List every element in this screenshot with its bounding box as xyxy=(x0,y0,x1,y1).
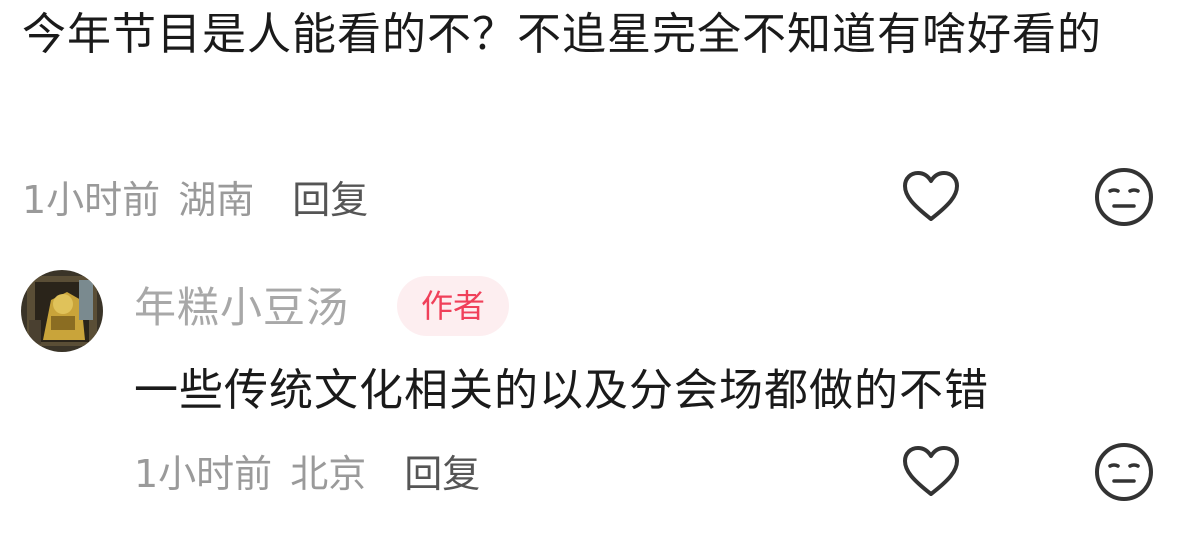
neutral-face-icon[interactable] xyxy=(1092,165,1156,229)
comment-location: 北京 xyxy=(290,451,367,496)
author-badge: 作者 xyxy=(397,276,509,336)
neutral-face-icon[interactable] xyxy=(1092,440,1156,504)
avatar[interactable] xyxy=(21,270,103,352)
heart-icon[interactable] xyxy=(899,165,963,229)
heart-icon[interactable] xyxy=(899,440,963,504)
reply-button[interactable]: 回复 xyxy=(404,443,480,498)
comment-time: 1小时前 xyxy=(134,451,273,496)
comment-meta: 1小时前 湖南 回复 xyxy=(22,170,368,222)
comment-meta: 1小时前 北京 回复 xyxy=(134,444,480,496)
comment-time: 1小时前 xyxy=(22,177,161,222)
comment-text: 今年节目是人能看的不？不追星完全不知道有啥好看的 xyxy=(22,9,1102,60)
comment-location: 湖南 xyxy=(178,177,255,222)
comment-text: 一些传统文化相关的以及分会场都做的不错 xyxy=(134,365,989,416)
reply-button[interactable]: 回复 xyxy=(292,169,368,224)
username[interactable]: 年糕小豆汤 xyxy=(134,278,349,338)
